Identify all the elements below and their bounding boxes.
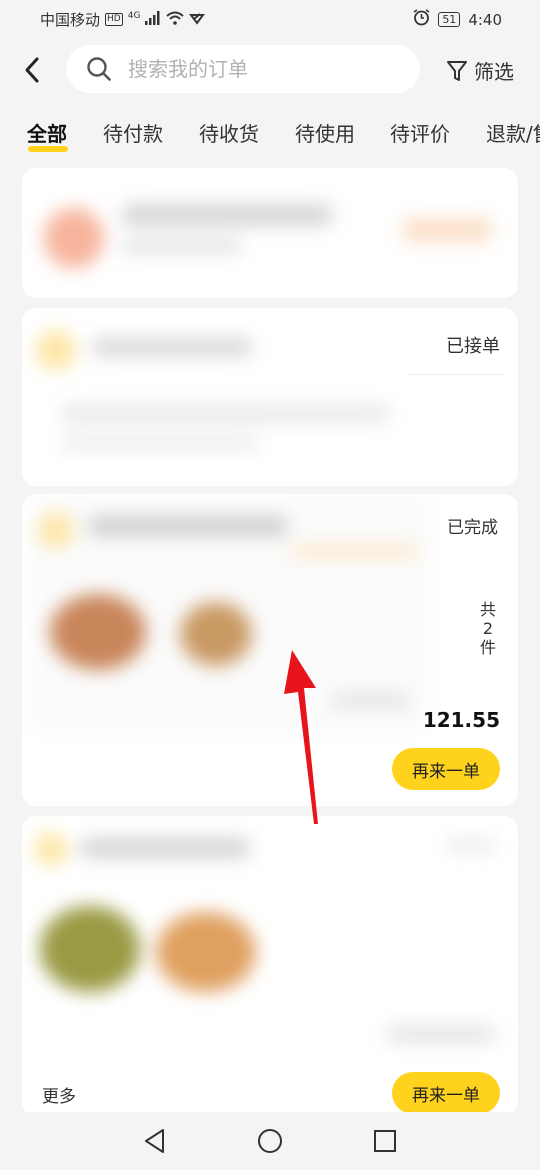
search-icon bbox=[86, 56, 112, 82]
tab-all[interactable]: 全部 bbox=[27, 118, 67, 147]
carrier-label: 中国移动 bbox=[40, 11, 101, 29]
battery-indicator: 51 bbox=[438, 12, 461, 27]
tab-refund[interactable]: 退款/售后 bbox=[486, 118, 540, 147]
clock: 4:40 bbox=[468, 10, 502, 29]
filter-label: 筛选 bbox=[474, 60, 514, 84]
triangle-back-icon bbox=[145, 1129, 164, 1153]
filter-button[interactable]: 筛选 bbox=[446, 56, 514, 85]
circle-home-icon bbox=[258, 1129, 282, 1153]
status-bar: 中国移动 HD 4G 51 4:40 bbox=[0, 0, 540, 36]
item-count-suffix: 件 bbox=[479, 638, 496, 657]
tab-pending-review[interactable]: 待评价 bbox=[390, 118, 450, 147]
item-count-number: 2 bbox=[482, 619, 494, 638]
reorder-button[interactable]: 再来一单 bbox=[392, 748, 500, 790]
order-tabs: 全部 待付款 待收货 待使用 待评价 退款/售后 bbox=[0, 110, 540, 158]
chevron-left-icon bbox=[25, 57, 39, 83]
order-total-price: 121.55 bbox=[422, 708, 500, 732]
nav-back-button[interactable] bbox=[140, 1126, 170, 1156]
order-card-2[interactable]: 已接单 bbox=[22, 308, 518, 486]
order-card-1-blurred-content bbox=[22, 168, 518, 298]
tab-pending-use[interactable]: 待使用 bbox=[295, 118, 355, 147]
reorder-button[interactable]: 再来一单 bbox=[392, 1072, 500, 1114]
order-card-4[interactable]: 更多 再来一单 bbox=[22, 816, 518, 1116]
wifi-icon bbox=[166, 11, 185, 29]
order-card-3-blurred-content bbox=[30, 494, 428, 730]
search-input[interactable] bbox=[126, 56, 390, 82]
nav-recents-button[interactable] bbox=[370, 1126, 400, 1156]
funnel-icon bbox=[447, 60, 467, 81]
system-nav-bar bbox=[0, 1112, 540, 1170]
hd-badge: HD bbox=[105, 13, 123, 26]
nav-home-button[interactable] bbox=[255, 1126, 285, 1156]
network-type: 4G bbox=[127, 10, 141, 21]
square-recents-icon bbox=[374, 1130, 396, 1152]
order-card-4-blurred-content bbox=[26, 816, 514, 1066]
more-link[interactable]: 更多 bbox=[42, 1082, 76, 1107]
item-count: 共 2 件 bbox=[478, 600, 498, 657]
data-saver-icon bbox=[189, 11, 206, 29]
tab-pending-payment[interactable]: 待付款 bbox=[103, 118, 163, 147]
search-bar[interactable] bbox=[66, 45, 420, 93]
swipe-up-arrow-annotation bbox=[284, 650, 318, 824]
signal-icon bbox=[145, 10, 161, 29]
back-button[interactable] bbox=[14, 52, 50, 88]
order-status: 已完成 bbox=[447, 518, 498, 538]
item-count-prefix: 共 bbox=[479, 600, 496, 619]
tab-pending-receipt[interactable]: 待收货 bbox=[199, 118, 259, 147]
status-left: 中国移动 HD 4G bbox=[40, 9, 206, 30]
order-card-2-blurred-content bbox=[30, 316, 410, 476]
status-right: 51 4:40 bbox=[413, 9, 502, 30]
order-card-1[interactable] bbox=[22, 168, 518, 298]
alarm-icon bbox=[413, 9, 430, 30]
card-divider bbox=[408, 374, 504, 375]
order-status: 已接单 bbox=[446, 336, 500, 357]
